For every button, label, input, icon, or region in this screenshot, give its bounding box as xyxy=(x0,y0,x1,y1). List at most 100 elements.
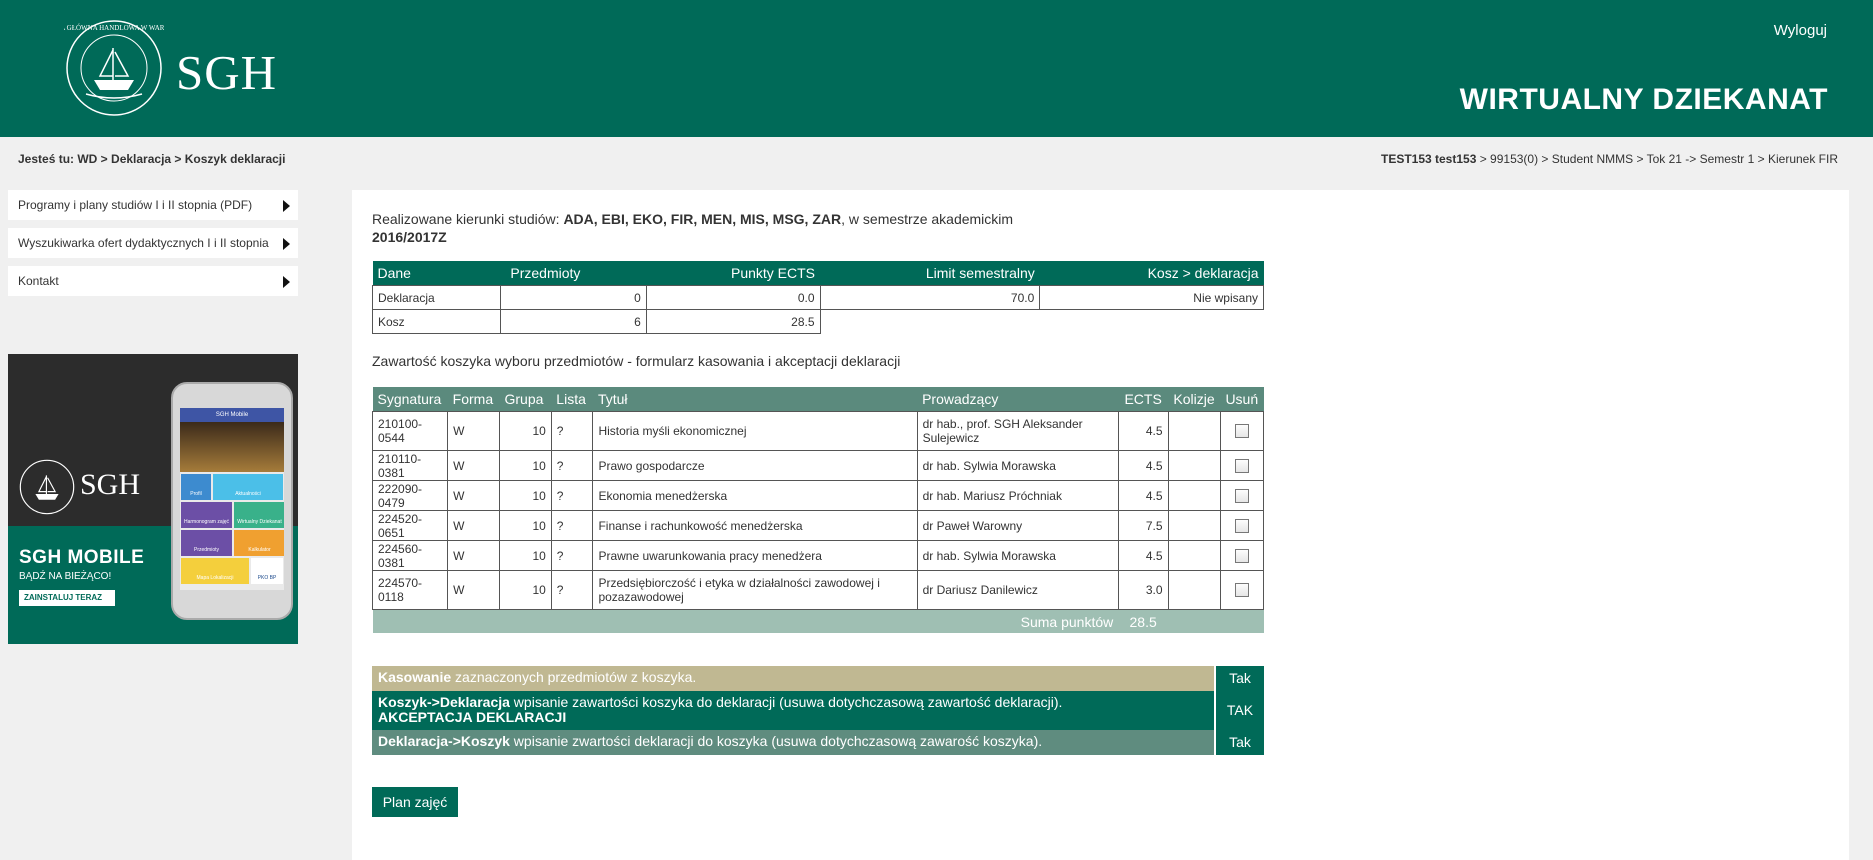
sgh-seal-logo: SZKOŁA GŁÓWNA HANDLOWA W WARSZAWIE xyxy=(64,20,164,116)
seal-text: SZKOŁA GŁÓWNA HANDLOWA W WARSZAWIE xyxy=(64,24,164,32)
main-content: Realizowane kierunki studiów: ADA, EBI, … xyxy=(352,190,1849,860)
sum-label: Suma punktów xyxy=(372,609,1119,633)
course-delete-cell xyxy=(1219,450,1265,481)
summary-cell: Kosz xyxy=(372,309,501,334)
declaration-to-basket-button[interactable]: Tak xyxy=(1214,730,1264,755)
delete-checkbox[interactable] xyxy=(1234,518,1249,533)
courses-table: Sygnatura Forma Grupa Lista Tytuł Prowad… xyxy=(371,387,1265,633)
action-delete-desc: zaznaczonych przedmiotów z koszyka. xyxy=(451,669,697,685)
tile-schedule: Harmonogram zajęć xyxy=(181,502,232,528)
action-delete-row: Kasowanie zaznaczonych przedmiotów z kos… xyxy=(372,666,1264,691)
action-b2d-accept: AKCEPTACJA DEKLARACJI xyxy=(378,709,567,725)
user-info: TEST153 test153 > 99153(0) > Student NMM… xyxy=(1381,152,1838,166)
delete-checkbox[interactable] xyxy=(1234,583,1249,598)
sidebar-item-programs[interactable]: Programy i plany studiów I i II stopnia … xyxy=(8,190,298,220)
course-list: ? xyxy=(550,480,594,511)
course-delete-cell xyxy=(1219,480,1265,511)
basket-to-declaration-button[interactable]: TAK xyxy=(1214,691,1264,730)
action-basket-to-declaration-row: Koszyk->Deklaracja wpisanie zawartości k… xyxy=(372,691,1264,730)
sum-spacer xyxy=(1168,609,1264,633)
summary-row: Kosz 6 28.5 xyxy=(372,309,1264,334)
summary-table: Dane Przedmioty Punkty ECTS Limit semest… xyxy=(372,261,1264,334)
delete-checkbox[interactable] xyxy=(1234,488,1249,503)
summary-cell: 0 xyxy=(499,285,647,310)
course-col-header: Grupa xyxy=(499,387,552,412)
tile-dean-office: Wirtualny Dziekanat xyxy=(234,502,284,528)
course-col-header: Kolizje xyxy=(1168,387,1221,412)
course-ects: 3.0 xyxy=(1117,570,1169,610)
arrow-right-icon xyxy=(283,238,290,250)
intro-prefix: Realizowane kierunki studiów: xyxy=(372,211,564,227)
table-row: 210110-0381 W 10? Prawo gospodarcze dr hab. … xyxy=(371,450,1265,481)
delete-checkbox[interactable] xyxy=(1234,424,1249,439)
course-title: Przedsiębiorczość i etyka w działalności… xyxy=(592,570,918,610)
basket-subtitle: Zawartość koszyka wyboru przedmiotów - f… xyxy=(372,353,901,369)
course-col-header: Tytuł xyxy=(592,387,918,412)
summary-col-header: Przedmioty xyxy=(500,261,647,286)
summary-cell xyxy=(1040,310,1264,334)
action-d2b-text: Deklaracja->Koszyk wpisanie zwartości de… xyxy=(378,734,1042,749)
sidebar-item-contact[interactable]: Kontakt xyxy=(8,266,298,296)
summary-row: Deklaracja 0 0.0 70.0 Nie wpisany xyxy=(372,285,1264,310)
actions-panel: Kasowanie zaznaczonych przedmiotów z kos… xyxy=(372,666,1264,755)
delete-checkbox[interactable] xyxy=(1234,548,1249,563)
course-form: W xyxy=(447,570,500,610)
tile-bank: PKO BP xyxy=(251,558,283,584)
schedule-button[interactable]: Plan zajęć xyxy=(372,787,458,817)
summary-col-header: Dane xyxy=(372,261,501,286)
course-ects: 4.5 xyxy=(1117,411,1169,451)
course-signature: 224520-0651 xyxy=(371,510,449,541)
banner-logo-text: SGH xyxy=(80,468,141,501)
course-col-header: Prowadzący xyxy=(917,387,1119,412)
action-declaration-to-basket-row: Deklaracja->Koszyk wpisanie zwartości de… xyxy=(372,730,1264,755)
course-col-header: Forma xyxy=(447,387,500,412)
course-form: W xyxy=(447,480,500,511)
sidebar-item-search-offers[interactable]: Wyszukiwarka ofert dydaktycznych I i II … xyxy=(8,228,298,258)
intro-text: Realizowane kierunki studiów: ADA, EBI, … xyxy=(372,210,1013,246)
tile-news: Aktualności xyxy=(213,474,283,500)
course-ects: 7.5 xyxy=(1117,510,1169,541)
action-delete-title: Kasowanie xyxy=(378,669,452,685)
sidebar-item-label: Programy i plany studiów I i II stopnia … xyxy=(18,198,253,212)
course-signature: 224570-0118 xyxy=(371,570,449,610)
course-form: W xyxy=(447,411,500,451)
user-details: > 99153(0) > Student NMMS > Tok 21 -> Se… xyxy=(1476,152,1838,166)
course-lecturer: dr Paweł Warowny xyxy=(916,510,1119,541)
phone-mockup: SGH Mobile Profil Aktualności Harmonogra… xyxy=(171,382,293,620)
summary-cell: Deklaracja xyxy=(372,285,501,310)
header: SZKOŁA GŁÓWNA HANDLOWA W WARSZAWIE SGH W… xyxy=(0,0,1873,137)
course-lecturer: dr hab. Sylwia Morawska xyxy=(916,450,1119,481)
sidebar-item-label: Kontakt xyxy=(18,274,59,288)
course-col-header: Usuń xyxy=(1220,387,1264,412)
course-form: W xyxy=(447,450,500,481)
install-button[interactable]: ZAINSTALUJ TERAZ xyxy=(19,590,115,606)
action-b2d-desc: wpisanie zawartości koszyka do deklaracj… xyxy=(509,694,1063,710)
courses-header-row: Sygnatura Forma Grupa Lista Tytuł Prowad… xyxy=(372,387,1264,412)
course-signature: 222090-0479 xyxy=(371,480,449,511)
phone-header: SGH Mobile xyxy=(180,408,284,422)
course-lecturer: dr Dariusz Danilewicz xyxy=(916,570,1119,610)
course-lecturer: dr hab. Sylwia Morawska xyxy=(916,540,1119,571)
course-collisions xyxy=(1167,450,1221,481)
delete-selected-button[interactable]: Tak xyxy=(1214,666,1264,691)
action-b2d-title: Koszyk->Deklaracja xyxy=(378,694,510,710)
course-group: 10 xyxy=(498,570,552,610)
course-form: W xyxy=(447,510,500,541)
course-form: W xyxy=(447,540,500,571)
sgh-mobile-banner[interactable]: SGH SGH MOBILE BĄDŹ NA BIEŻĄCO! ZAINSTAL… xyxy=(8,354,298,644)
course-signature: 210100-0544 xyxy=(371,411,449,451)
logout-link[interactable]: Wyloguj xyxy=(1774,22,1827,39)
summary-cell: 28.5 xyxy=(645,309,821,334)
delete-checkbox[interactable] xyxy=(1234,458,1249,473)
course-collisions xyxy=(1167,480,1221,511)
course-list: ? xyxy=(550,570,594,610)
sgh-logo-text: SGH xyxy=(176,45,278,100)
summary-cell: 6 xyxy=(499,309,647,334)
course-title: Historia myśli ekonomicznej xyxy=(592,411,918,451)
sum-value: 28.5 xyxy=(1118,609,1169,633)
phone-building-image xyxy=(180,422,284,472)
course-list: ? xyxy=(550,540,594,571)
fields-of-study: ADA, EBI, EKO, FIR, MEN, MIS, MSG, ZAR xyxy=(563,211,842,227)
course-group: 10 xyxy=(498,480,552,511)
action-delete-text: Kasowanie zaznaczonych przedmiotów z kos… xyxy=(378,670,696,685)
